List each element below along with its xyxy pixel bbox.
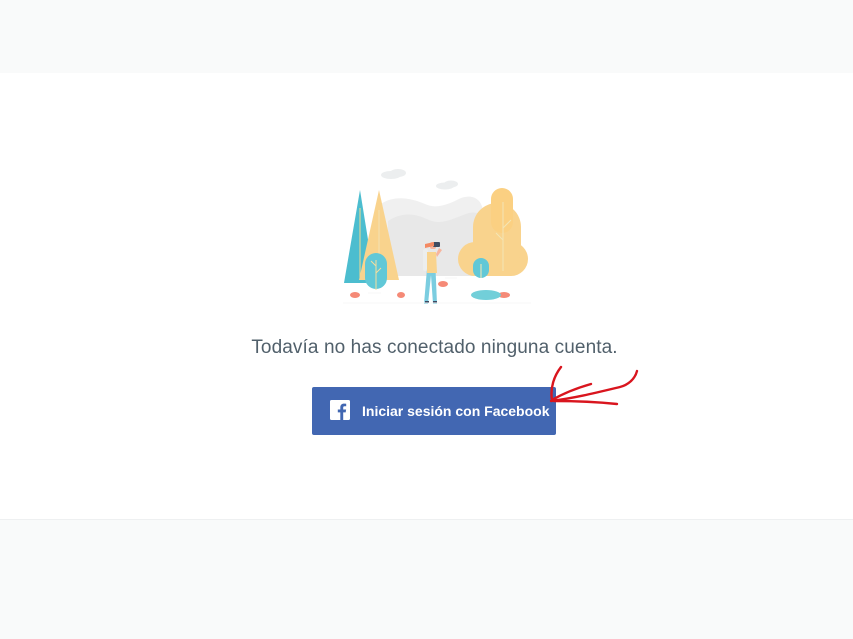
- top-background-band: [0, 0, 853, 73]
- page: Todavía no has conectado ninguna cuenta.…: [0, 0, 853, 639]
- facebook-login-label: Iniciar sesión con Facebook: [362, 403, 550, 419]
- empty-state-illustration: [343, 169, 531, 304]
- bottom-background-band: [0, 520, 853, 639]
- cloud-icon: [381, 169, 458, 190]
- empty-state-message: Todavía no has conectado ninguna cuenta.: [251, 337, 618, 358]
- facebook-icon: [330, 400, 350, 420]
- red-arrow-annotation-icon: [549, 365, 639, 406]
- facebook-login-button[interactable]: Iniciar sesión con Facebook: [312, 387, 556, 435]
